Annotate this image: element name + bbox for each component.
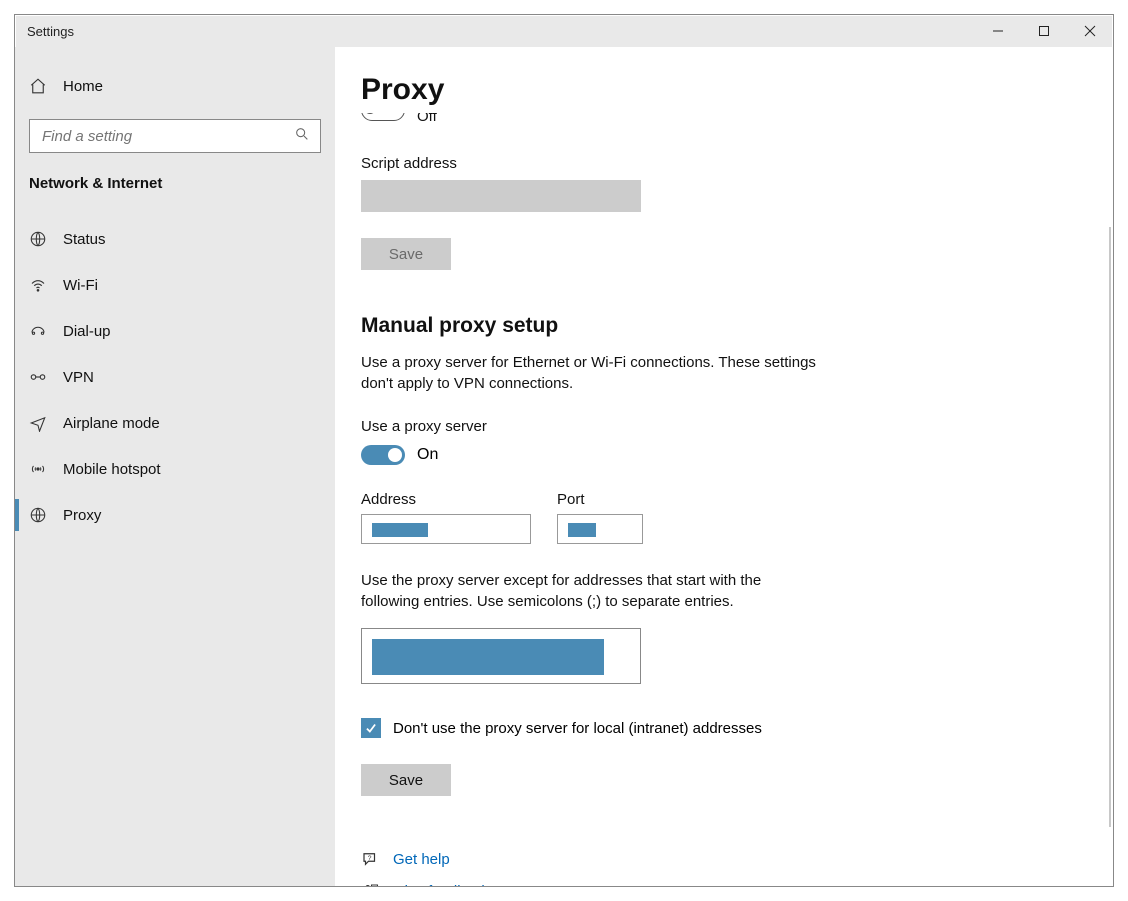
- minimize-button[interactable]: [975, 15, 1021, 47]
- hotspot-icon: [29, 460, 47, 478]
- maximize-button[interactable]: [1021, 15, 1067, 47]
- close-button[interactable]: [1067, 15, 1113, 47]
- sidebar-item-label: Status: [63, 231, 106, 248]
- give-feedback-link[interactable]: Give feedback: [361, 882, 1113, 886]
- help-icon: ?: [361, 850, 379, 868]
- address-label: Address: [361, 491, 531, 508]
- scrollbar[interactable]: [1109, 227, 1111, 827]
- get-help-link[interactable]: ? Get help: [361, 850, 1113, 868]
- toggle-state-label: Off: [417, 113, 437, 125]
- search-box[interactable]: [29, 119, 321, 153]
- use-proxy-toggle[interactable]: [361, 445, 405, 465]
- search-input[interactable]: [40, 127, 294, 146]
- sidebar-item-label: Mobile hotspot: [63, 461, 161, 478]
- sidebar-item-vpn[interactable]: VPN: [15, 354, 335, 400]
- settings-window: Settings Home: [14, 14, 1114, 887]
- exceptions-input[interactable]: [361, 628, 641, 684]
- vpn-icon: [29, 368, 47, 386]
- main-panel: Proxy Off Script address Save Manual pro…: [335, 47, 1113, 886]
- script-address-label: Script address: [361, 155, 1113, 172]
- globe-icon: [29, 506, 47, 524]
- svg-text:?: ?: [368, 855, 372, 862]
- sidebar-item-label: Airplane mode: [63, 415, 160, 432]
- search-icon: [294, 126, 310, 147]
- sidebar-section-title: Network & Internet: [15, 175, 335, 192]
- use-proxy-label: Use a proxy server: [361, 418, 1113, 435]
- give-feedback-text[interactable]: Give feedback: [393, 883, 489, 887]
- save-script-button[interactable]: Save: [361, 238, 451, 270]
- sidebar-item-dialup[interactable]: Dial-up: [15, 308, 335, 354]
- sidebar-item-label: VPN: [63, 369, 94, 386]
- toggle-off-icon: [361, 113, 405, 119]
- page-title: Proxy: [361, 73, 1113, 107]
- save-manual-button[interactable]: Save: [361, 764, 451, 796]
- window-title: Settings: [27, 24, 74, 39]
- use-proxy-state-label: On: [417, 446, 438, 464]
- sidebar-item-label: Proxy: [63, 507, 101, 524]
- sidebar-item-airplane[interactable]: Airplane mode: [15, 400, 335, 446]
- port-input[interactable]: [557, 514, 643, 544]
- exceptions-label: Use the proxy server except for addresse…: [361, 570, 781, 612]
- home-nav[interactable]: Home: [15, 67, 335, 105]
- titlebar: Settings: [15, 15, 1113, 47]
- globe-icon: [29, 230, 47, 248]
- sidebar-item-hotspot[interactable]: Mobile hotspot: [15, 446, 335, 492]
- manual-proxy-desc: Use a proxy server for Ethernet or Wi-Fi…: [361, 352, 821, 394]
- feedback-icon: [361, 882, 379, 886]
- script-address-input[interactable]: [361, 180, 641, 212]
- address-input[interactable]: [361, 514, 531, 544]
- home-icon: [29, 77, 47, 95]
- sidebar-item-status[interactable]: Status: [15, 216, 335, 262]
- manual-proxy-heading: Manual proxy setup: [361, 314, 1113, 338]
- sidebar-item-label: Dial-up: [63, 323, 111, 340]
- wifi-icon: [29, 276, 47, 294]
- setup-script-toggle-partial[interactable]: Off: [361, 113, 1113, 131]
- port-label: Port: [557, 491, 643, 508]
- local-address-checkbox-label: Don't use the proxy server for local (in…: [393, 720, 762, 737]
- home-label: Home: [63, 78, 103, 95]
- dialup-icon: [29, 322, 47, 340]
- local-address-checkbox[interactable]: [361, 718, 381, 738]
- airplane-icon: [29, 414, 47, 432]
- sidebar-item-label: Wi-Fi: [63, 277, 98, 294]
- sidebar-item-proxy[interactable]: Proxy: [15, 492, 335, 538]
- sidebar: Home Network & Internet Status Wi-Fi: [15, 47, 335, 886]
- sidebar-item-wifi[interactable]: Wi-Fi: [15, 262, 335, 308]
- get-help-text[interactable]: Get help: [393, 851, 450, 868]
